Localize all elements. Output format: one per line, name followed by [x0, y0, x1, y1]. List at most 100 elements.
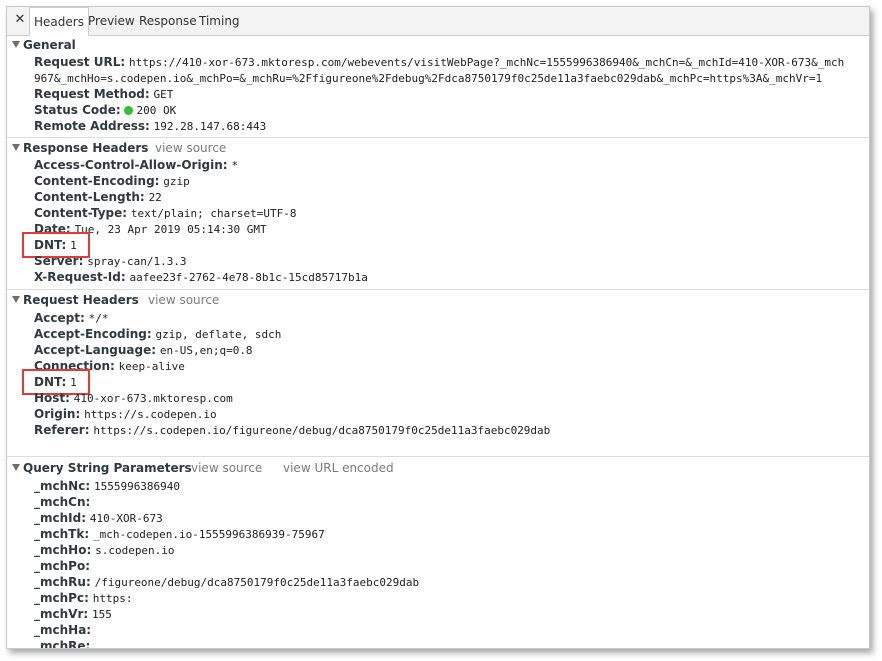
general-row: 967&_mchHo=s.codepen.io&_mchPo=&_mchRu=%… [34, 70, 822, 86]
section-general-header[interactable]: General [7, 37, 869, 53]
param-key: _mchHo: [34, 543, 92, 557]
query-param-row: _mchPc: https: [34, 590, 132, 606]
section-title: Request Headers [23, 293, 139, 307]
request-header-row: Accept: */* [34, 310, 108, 326]
header-key: Content-Encoding: [34, 174, 160, 188]
query-param-row: _mchNc: 1555996386940 [34, 478, 180, 494]
param-key: _mchNc: [34, 479, 91, 493]
header-value: spray-can/1.3.3 [87, 255, 187, 268]
header-value: keep-alive [118, 360, 185, 373]
general-row: Status Code: 200 OK [34, 102, 176, 118]
header-key: X-Request-Id: [34, 270, 126, 284]
param-key: _mchId: [34, 511, 87, 525]
header-value: 200 OK [136, 104, 177, 117]
request-header-row: Accept-Encoding: gzip, deflate, sdch [34, 326, 281, 342]
param-value: 1555996386940 [93, 480, 181, 493]
header-key: Referer: [34, 423, 90, 437]
header-value: Tue, 23 Apr 2019 05:14:30 GMT [74, 223, 267, 236]
section-divider [7, 289, 869, 290]
header-key: Access-Control-Allow-Origin: [34, 158, 228, 172]
close-icon[interactable]: ✕ [13, 13, 27, 27]
header-value: en-US,en;q=0.8 [159, 344, 253, 357]
header-value: https://410-xor-673.mktoresp.com/webeven… [128, 56, 845, 69]
tab-headers[interactable]: Headers [29, 7, 89, 36]
query-param-row: _mchRe: [34, 638, 91, 649]
tab-response[interactable]: Response [135, 7, 201, 35]
view-source-link[interactable]: view source [148, 292, 219, 308]
tab-preview[interactable]: Preview [84, 7, 139, 35]
header-key: Status Code: [34, 103, 121, 117]
param-value: https: [92, 592, 133, 605]
response-header-row: Access-Control-Allow-Origin: * [34, 157, 238, 173]
param-key: _mchCn: [34, 495, 91, 509]
section-title: Response Headers [23, 141, 149, 155]
header-key: Content-Type: [34, 206, 128, 220]
param-key: _mchPo: [34, 559, 90, 573]
section-divider [7, 456, 869, 457]
header-value: https://s.codepen.io [84, 408, 217, 421]
request-header-row: Origin: https://s.codepen.io [34, 406, 217, 422]
param-value: /figureone/debug/dca8750179f0c25de11a3fa… [94, 576, 420, 589]
param-value: 155 [92, 608, 112, 621]
query-param-row: _mchVr: 155 [34, 606, 112, 622]
general-row: Request URL: https://410-xor-673.mktores… [34, 54, 844, 70]
header-value: * [231, 159, 239, 172]
query-param-row: _mchHa: [34, 622, 91, 638]
header-value: 22 [148, 191, 162, 204]
request-header-row: Host: 410-xor-673.mktoresp.com [34, 390, 233, 406]
section-query-string-header[interactable]: Query String Parameters view source view… [7, 460, 869, 476]
query-param-row: _mchHo: s.codepen.io [34, 542, 175, 558]
view-source-link[interactable]: view source [155, 140, 226, 156]
header-key: Host: [34, 391, 70, 405]
collapse-triangle-icon[interactable] [12, 296, 20, 303]
response-header-row: Content-Type: text/plain; charset=UTF-8 [34, 205, 296, 221]
collapse-triangle-icon[interactable] [12, 41, 20, 48]
response-header-row: Server: spray-can/1.3.3 [34, 253, 187, 269]
general-row: Request Method: GET [34, 86, 173, 102]
header-key: Origin: [34, 407, 81, 421]
query-param-row: _mchId: 410-XOR-673 [34, 510, 163, 526]
request-header-row: Accept-Language: en-US,en;q=0.8 [34, 342, 253, 358]
param-value: _mch-codepen.io-1555996386939-75967 [92, 528, 325, 541]
general-row: Remote Address: 192.28.147.68:443 [34, 118, 266, 134]
response-header-row: Content-Length: 22 [34, 189, 162, 205]
param-key: _mchRu: [34, 575, 91, 589]
section-request-headers-header[interactable]: Request Headers view source [7, 292, 869, 308]
view-source-link[interactable]: view source [191, 460, 262, 476]
response-header-row: Content-Encoding: gzip [34, 173, 190, 189]
status-ok-icon [124, 106, 134, 115]
tab-timing[interactable]: Timing [195, 7, 244, 35]
param-value: s.codepen.io [95, 544, 175, 557]
collapse-triangle-icon[interactable] [12, 144, 20, 151]
query-param-row: _mchRu: /figureone/debug/dca8750179f0c25… [34, 574, 419, 590]
section-response-headers-header[interactable]: Response Headers view source [7, 140, 869, 156]
view-url-encoded-link[interactable]: view URL encoded [283, 460, 394, 476]
collapse-triangle-icon[interactable] [12, 464, 20, 471]
tab-bar: ✕ Headers Preview Response Timing [7, 7, 869, 36]
header-key: Remote Address: [34, 119, 150, 133]
query-param-row: _mchCn: [34, 494, 90, 510]
header-key: Request URL: [34, 55, 126, 69]
param-key: _mchHa: [34, 623, 92, 637]
devtools-network-panel: ✕ Headers Preview Response Timing Genera… [6, 6, 870, 649]
header-value: 410-xor-673.mktoresp.com [73, 392, 233, 405]
param-key: _mchPc: [34, 591, 89, 605]
header-key: Accept-Language: [34, 343, 157, 357]
header-value: 967&_mchHo=s.codepen.io&_mchPo=&_mchRu=%… [34, 72, 823, 85]
request-header-row: Referer: https://s.codepen.io/figureone/… [34, 422, 550, 438]
section-title: Query String Parameters [23, 461, 192, 475]
header-value: https://s.codepen.io/figureone/debug/dca… [93, 424, 551, 437]
header-value: aafee23f-2762-4e78-8b1c-15cd85717b1a [129, 271, 368, 284]
header-key: Request Method: [34, 87, 150, 101]
header-key: Accept: [34, 311, 85, 325]
header-value: text/plain; charset=UTF-8 [130, 207, 297, 220]
query-param-row: _mchPo: [34, 558, 90, 574]
section-divider [7, 137, 869, 138]
param-key: _mchVr: [34, 607, 89, 621]
response-header-row: X-Request-Id: aafee23f-2762-4e78-8b1c-15… [34, 269, 368, 285]
param-key: _mchRe: [34, 639, 91, 649]
header-value: gzip, deflate, sdch [155, 328, 282, 341]
header-key: Accept-Encoding: [34, 327, 152, 341]
param-value: 410-XOR-673 [89, 512, 163, 525]
header-value: 192.28.147.68:443 [153, 120, 267, 133]
